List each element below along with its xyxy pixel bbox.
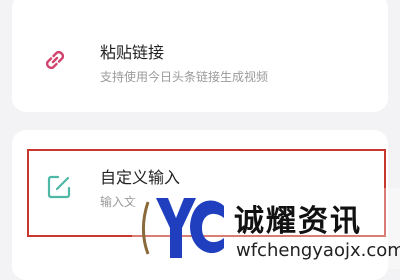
custom-input-title: 自定义输入 [100,168,181,187]
paste-link-subtitle: 支持使用今日头条链接生成视频 [100,70,269,84]
custom-input-subtitle: 输入文 [100,195,137,209]
watermark: 诚耀资讯 wfchengyaojx.com [132,188,400,269]
link-icon [45,50,65,70]
watermark-name: 诚耀资讯 [234,204,362,239]
yc-logo [142,198,224,258]
edit-icon [47,175,71,199]
paste-link-title: 粘贴链接 [100,43,165,62]
watermark-url: wfchengyaojx.com [236,240,400,261]
